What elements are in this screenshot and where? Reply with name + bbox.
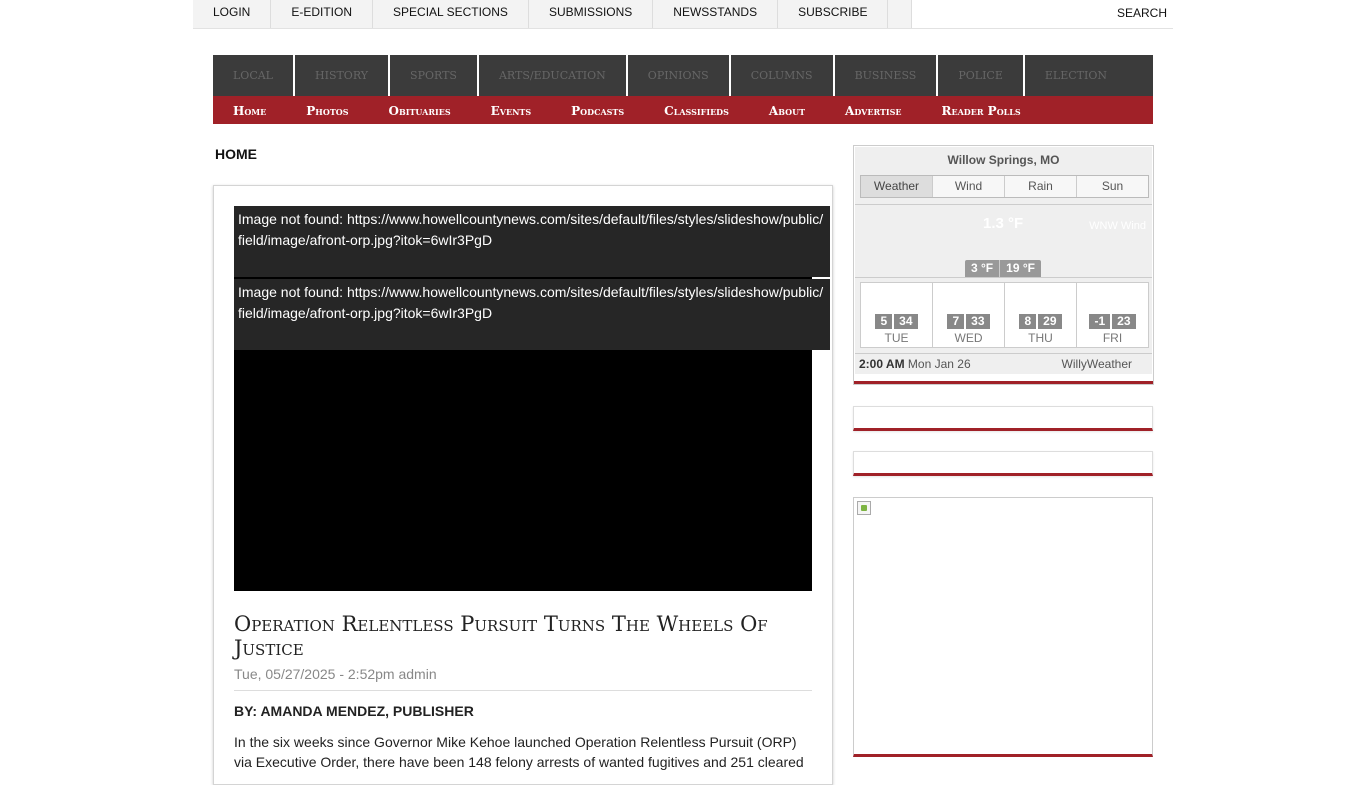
section-nav: LOCAL HISTORY SPORTS ARTS/EDUCATION OPIN… [213,55,1153,96]
search-button[interactable]: SEARCH [1117,6,1167,20]
weather-panel: Willow Springs, MO Weather Wind Rain Sun… [855,147,1152,374]
high-temperature: 29 [1038,314,1062,329]
nav-home[interactable]: Home [213,96,286,124]
high-temperature: 34 [894,314,918,329]
day-name: TUE [884,331,909,345]
login-link[interactable]: LOGIN [193,0,272,28]
nav-advertise[interactable]: Advertise [825,96,922,124]
forecast-day: 8 29 THU [1005,283,1077,347]
day-name: WED [954,331,983,345]
low-temperature: -1 [1089,314,1111,329]
forecast-day: -1 23 FRI [1077,283,1148,347]
current-conditions: 1.3 °F WNW Wind 3 °F 19 °F [855,204,1152,278]
section-history[interactable]: HISTORY [295,55,391,96]
submissions-link[interactable]: SUBMISSIONS [529,0,654,28]
low-temperature: 8 [1019,314,1037,329]
utility-links: LOGIN E-EDITION SPECIAL SECTIONS SUBMISS… [193,0,889,28]
tab-weather[interactable]: Weather [861,176,933,197]
page-title: HOME [215,146,257,162]
nav-events[interactable]: Events [471,96,552,124]
wind-direction: WNW Wind [1089,220,1146,232]
forecast-days: 5 34 TUE 7 33 WED 8 29 THU -1 23 FRI [860,282,1149,348]
sidebar-ad[interactable] [853,497,1153,757]
search-input[interactable]: SEARCH [911,0,1173,28]
section-police[interactable]: POLICE [938,55,1025,96]
section-columns[interactable]: COLUMNS [731,55,835,96]
sidebar-block [853,451,1153,476]
main-nav: Home Photos Obituaries Events Podcasts C… [213,96,1153,124]
forecast-day: 7 33 WED [933,283,1005,347]
subscribe-link[interactable]: SUBSCRIBE [778,0,889,28]
section-local[interactable]: LOCAL [213,55,295,96]
image-not-found-message: Image not found: https://www.howellcount… [234,206,830,277]
high-temperature: 23 [1112,314,1136,329]
weather-date: Mon Jan 26 [907,357,971,371]
weather-city: Willow Springs, MO [947,153,1060,167]
tab-sun[interactable]: Sun [1077,176,1148,197]
weather-tabs: Weather Wind Rain Sun [860,175,1149,198]
section-opinions[interactable]: OPINIONS [628,55,731,96]
sidebar-block [853,406,1153,431]
low-temperature: 7 [947,314,965,329]
nav-photos[interactable]: Photos [286,96,368,124]
special-sections-link[interactable]: SPECIAL SECTIONS [373,0,529,28]
forecast-day: 5 34 TUE [861,283,933,347]
min-temperature: 3 °F [971,261,994,275]
weather-timestamp: 2:00 AM Mon Jan 26 [859,357,971,371]
willyweather-link[interactable]: WillyWeather [1062,357,1132,371]
broken-image-icon [857,501,871,515]
article-meta: Tue, 05/27/2025 - 2:52pm admin [234,666,437,682]
weather-footer: 2:00 AM Mon Jan 26 WillyWeather [855,353,1152,374]
min-max-temperature: 3 °F 19 °F [965,260,1041,277]
nav-podcasts[interactable]: Podcasts [551,96,644,124]
day-name: THU [1028,331,1053,345]
newsstands-link[interactable]: NEWSSTANDS [653,0,779,28]
low-temperature: 5 [875,314,893,329]
nav-obituaries[interactable]: Obituaries [369,96,471,124]
section-arts-education[interactable]: ARTS/EDUCATION [479,55,628,96]
e-edition-link[interactable]: E-EDITION [271,0,374,28]
utility-bar: LOGIN E-EDITION SPECIAL SECTIONS SUBMISS… [193,0,1173,29]
nav-classifieds[interactable]: Classifieds [644,96,749,124]
current-temperature: 1.3 °F [983,215,1024,232]
high-temperature: 33 [966,314,990,329]
article-title[interactable]: Operation Relentless Pursuit Turns The W… [234,612,814,660]
weather-widget: Willow Springs, MO Weather Wind Rain Sun… [853,145,1154,385]
nav-about[interactable]: About [749,96,825,124]
tab-wind[interactable]: Wind [933,176,1005,197]
article-body: In the six weeks since Governor Mike Keh… [234,734,804,770]
section-business[interactable]: BUSINESS [835,55,939,96]
nav-reader-polls[interactable]: Reader Polls [922,96,1041,124]
max-temperature: 19 °F [999,260,1041,277]
weather-time: 2:00 AM [859,357,905,371]
tab-rain[interactable]: Rain [1005,176,1077,197]
section-election[interactable]: ELECTION [1025,55,1127,96]
image-not-found-message: Image not found: https://www.howellcount… [234,279,830,350]
section-sports[interactable]: SPORTS [390,55,479,96]
divider [234,690,812,691]
article-byline: BY: AMANDA MENDEZ, PUBLISHER [234,703,474,719]
divider [854,381,1153,384]
day-name: FRI [1102,331,1123,345]
